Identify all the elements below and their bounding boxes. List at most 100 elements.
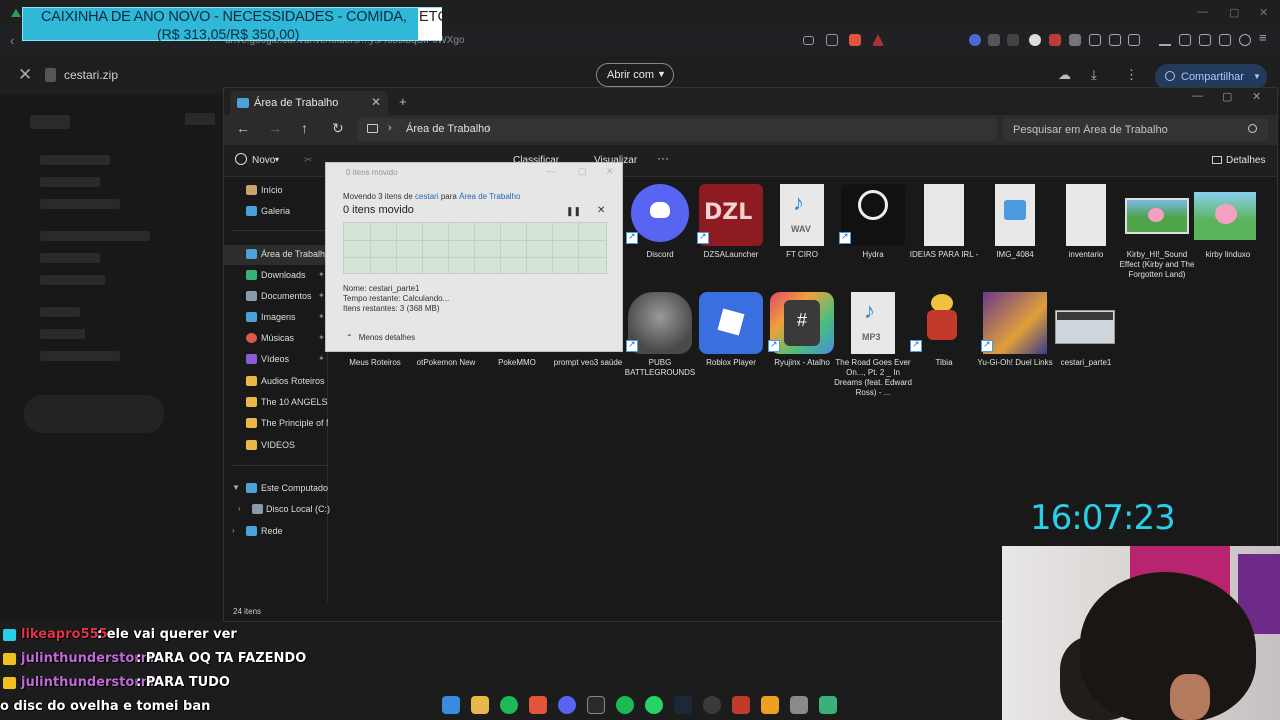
file-item[interactable]: # Ryujinx - Atalho bbox=[767, 288, 837, 398]
file-item[interactable]: Roblox Player bbox=[696, 288, 766, 398]
shield-icon[interactable] bbox=[732, 696, 750, 714]
source-link[interactable]: cestari bbox=[415, 192, 439, 201]
cut-icon[interactable]: ✂ bbox=[304, 155, 312, 166]
file-item[interactable]: Tibia bbox=[909, 288, 979, 398]
sidebar-item-folder[interactable]: The 10 ANGELS Tha bbox=[224, 393, 328, 413]
maximize-icon[interactable]: ▢ bbox=[1229, 6, 1239, 19]
close-icon[interactable]: ✕ bbox=[18, 65, 32, 85]
maximize-icon[interactable]: ▢ bbox=[1222, 90, 1232, 103]
sidebar-item-folder[interactable]: VIDEOS bbox=[224, 436, 328, 456]
sidebar-item-este-computador[interactable]: ▼ Este Computador bbox=[224, 479, 328, 499]
more-options-icon[interactable]: ⋮ bbox=[1125, 67, 1138, 83]
sidebar-item-area-de-trabalho[interactable]: Área de Trabalho ✦ bbox=[224, 245, 328, 265]
new-icon[interactable] bbox=[235, 153, 247, 165]
less-details-button[interactable]: ⌃ Menos detalhes bbox=[346, 333, 415, 342]
file-item[interactable]: cestari_parte1 bbox=[1051, 288, 1121, 398]
extension-icon[interactable] bbox=[988, 34, 1000, 46]
forward-icon[interactable]: → bbox=[268, 120, 282, 136]
search-input[interactable] bbox=[1003, 118, 1243, 141]
address-bar[interactable]: › Área de Trabalho › bbox=[357, 118, 997, 141]
chevron-right-icon[interactable]: › bbox=[487, 122, 491, 134]
explorer-tab[interactable]: Área de Trabalho ✕ bbox=[230, 91, 388, 115]
download-icon[interactable] bbox=[1159, 34, 1171, 46]
sidebar-item-folder[interactable]: Audios Roteiros bbox=[224, 372, 328, 392]
screen-icon[interactable] bbox=[803, 36, 814, 45]
sidebar-item-videos[interactable]: Vídeos ✦ bbox=[224, 350, 328, 370]
file-item[interactable]: ♪ MP3 The Road Goes Ever On..., Pt. 2 _ … bbox=[834, 288, 912, 398]
close-window-icon[interactable]: ✕ bbox=[1259, 6, 1268, 19]
back-icon[interactable]: ← bbox=[236, 120, 250, 136]
sidebar-item-imagens[interactable]: Imagens ✦ bbox=[224, 308, 328, 328]
puzzle-icon[interactable] bbox=[1109, 34, 1121, 46]
steam-icon[interactable] bbox=[674, 696, 692, 714]
menu-icon[interactable]: ≡ bbox=[1259, 30, 1271, 45]
close-window-icon[interactable]: ✕ bbox=[606, 166, 614, 177]
breadcrumb[interactable]: Área de Trabalho bbox=[406, 123, 490, 135]
search-field[interactable] bbox=[1003, 118, 1268, 141]
file-item[interactable]: Yu-Gi-Oh! Duel Links bbox=[977, 288, 1053, 398]
new-button[interactable]: Novo bbox=[252, 155, 275, 166]
minimize-icon[interactable]: — bbox=[1192, 90, 1203, 102]
spotify-icon[interactable] bbox=[500, 696, 518, 714]
sidebar-item-downloads[interactable]: Downloads ✦ bbox=[224, 266, 328, 286]
discord-icon[interactable] bbox=[558, 696, 576, 714]
sidebar-item-musicas[interactable]: Músicas ✦ bbox=[224, 329, 328, 349]
brave-icon[interactable] bbox=[529, 696, 547, 714]
file-item[interactable]: inventario bbox=[1051, 180, 1121, 290]
chevron-right-icon[interactable]: › bbox=[238, 504, 241, 513]
minimize-icon[interactable]: — bbox=[1197, 6, 1208, 18]
add-to-drive-icon[interactable]: ☁ bbox=[1058, 67, 1071, 83]
calculator-icon[interactable] bbox=[790, 696, 808, 714]
brave-shield-icon[interactable] bbox=[849, 34, 861, 46]
extension-icon[interactable] bbox=[1128, 34, 1140, 46]
file-item[interactable]: PUBG BATTLEGROUNDS bbox=[625, 288, 695, 398]
file-item[interactable]: Kirby_HI!_Sound Effect (Kirby and The Fo… bbox=[1120, 180, 1194, 290]
refresh-icon[interactable]: ↻ bbox=[332, 120, 344, 137]
media-icon[interactable] bbox=[1219, 34, 1231, 46]
pause-icon[interactable]: ❚❚ bbox=[566, 206, 581, 217]
app-icon[interactable] bbox=[761, 696, 779, 714]
new-tab-icon[interactable]: + bbox=[399, 94, 407, 109]
sidebar-item-disco-local[interactable]: › Disco Local (C:) bbox=[224, 500, 330, 520]
file-item[interactable]: DZL DZSALauncher bbox=[696, 180, 766, 290]
spotify-icon[interactable] bbox=[616, 696, 634, 714]
share-page-icon[interactable] bbox=[826, 34, 838, 46]
cancel-icon[interactable]: ✕ bbox=[597, 205, 605, 216]
file-item[interactable]: Discord bbox=[625, 180, 695, 290]
extension-icon[interactable] bbox=[1049, 34, 1061, 46]
google-icon[interactable] bbox=[1029, 34, 1041, 46]
windows-start-icon[interactable] bbox=[442, 696, 460, 714]
open-with-button[interactable]: Abrir com ▼ bbox=[596, 63, 674, 87]
file-item[interactable]: kirby linduxo bbox=[1193, 180, 1263, 290]
file-item[interactable]: IMG_4084 bbox=[980, 180, 1050, 290]
extension-icon[interactable] bbox=[969, 34, 981, 46]
details-button[interactable]: Detalhes bbox=[1226, 155, 1265, 166]
sidebar-item-inicio[interactable]: Início bbox=[224, 181, 328, 201]
close-window-icon[interactable]: ✕ bbox=[1252, 90, 1261, 103]
up-icon[interactable]: ↑ bbox=[301, 120, 308, 136]
file-item[interactable]: Hydra bbox=[838, 180, 908, 290]
sidebar-item-rede[interactable]: › Rede bbox=[224, 522, 328, 542]
file-item[interactable]: ♪ WAV FT CIRO bbox=[767, 180, 837, 290]
sidebar-item-folder[interactable]: The Principle of ME bbox=[224, 414, 328, 434]
whatsapp-icon[interactable] bbox=[645, 696, 663, 714]
more-icon[interactable]: ··· bbox=[657, 151, 669, 165]
chevron-right-icon[interactable]: › bbox=[232, 526, 235, 535]
file-explorer-icon[interactable] bbox=[471, 696, 489, 714]
maximize-icon[interactable]: ▢ bbox=[578, 166, 587, 177]
app-icon[interactable] bbox=[819, 696, 837, 714]
vpn-icon[interactable] bbox=[1239, 34, 1251, 46]
obs-icon[interactable] bbox=[703, 696, 721, 714]
extension-icon[interactable] bbox=[1089, 34, 1101, 46]
chevron-down-icon[interactable]: ▼ bbox=[232, 483, 240, 492]
extension-icon[interactable] bbox=[1007, 34, 1019, 46]
extension-icon[interactable] bbox=[1069, 34, 1081, 46]
file-item[interactable]: IDEIAS PARA IRL - bbox=[909, 180, 979, 290]
search-icon[interactable] bbox=[1248, 124, 1257, 133]
sidebar-item-documentos[interactable]: Documentos ✦ bbox=[224, 287, 328, 307]
minimize-icon[interactable]: — bbox=[546, 166, 555, 176]
download-icon[interactable]: ⤓ bbox=[1091, 67, 1097, 83]
back-icon[interactable]: ‹ bbox=[10, 33, 14, 48]
close-tab-icon[interactable]: ✕ bbox=[371, 95, 381, 109]
destination-link[interactable]: Área de Trabalho bbox=[459, 192, 520, 201]
